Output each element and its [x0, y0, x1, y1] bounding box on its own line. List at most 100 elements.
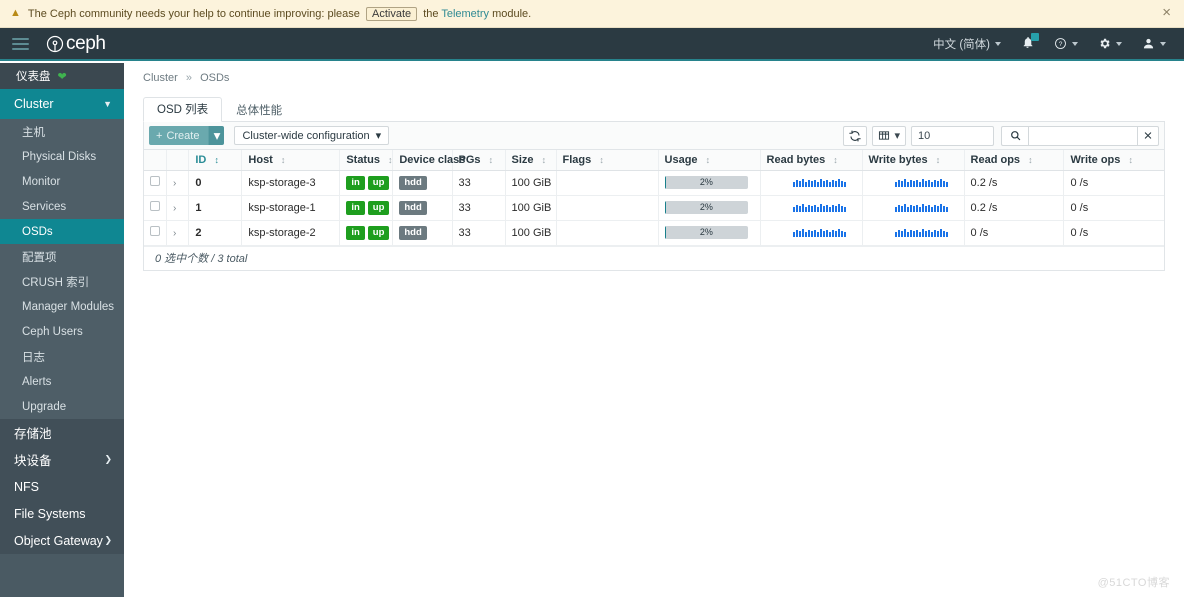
tab-bar: OSD 列表 总体性能 [143, 97, 1165, 122]
row-checkbox-cell[interactable] [144, 220, 167, 246]
table-row[interactable]: › 2 ksp-storage-2 in up hdd 33 100 GiB 2% 0 /s 0 /… [144, 220, 1164, 246]
sidebar-item-label: 配置项 [22, 251, 57, 264]
refresh-icon [849, 129, 862, 142]
cell-read-ops: 0 /s [964, 220, 1065, 246]
th-write-ops[interactable]: Write ops ↕ [1063, 150, 1164, 171]
row-checkbox[interactable] [150, 201, 160, 211]
clear-search-button[interactable] [1137, 125, 1159, 146]
chevron-right-icon[interactable]: › [173, 203, 176, 214]
breadcrumb-parent[interactable]: Cluster [143, 72, 178, 84]
cell-pgs: 33 [452, 220, 506, 246]
cluster-config-label: Cluster-wide configuration [242, 129, 370, 142]
cluster-wide-configuration-button[interactable]: Cluster-wide configuration ▾ [234, 126, 390, 145]
row-expand-cell[interactable]: › [166, 195, 190, 221]
sidebar-item-nfs[interactable]: NFS [0, 473, 124, 500]
sidebar-item-object-gateway[interactable]: Object Gateway ❯ [0, 527, 124, 554]
sidebar-nav: 仪表盘 ❤ Cluster ▼ 主机 Physical Disks Monito… [0, 63, 124, 597]
th-status[interactable]: Status ↕ [339, 150, 394, 171]
settings-menu[interactable] [1088, 27, 1132, 60]
cell-write-ops: 0 /s [1063, 195, 1164, 221]
search-input[interactable] [1028, 125, 1137, 146]
th-read-ops[interactable]: Read ops ↕ [964, 150, 1065, 171]
sort-icon: ↕ [833, 154, 838, 165]
create-dropdown-toggle[interactable]: ▾ [208, 126, 225, 145]
th-flags[interactable]: Flags ↕ [556, 150, 659, 171]
sidebar-item-services[interactable]: Services [0, 194, 124, 219]
language-selector[interactable]: 中文 (简体) [923, 27, 1011, 60]
hamburger-icon[interactable] [12, 35, 29, 53]
sort-icon: ↕ [1128, 154, 1133, 165]
sidebar-dashboard-label: 仪表盘 [16, 71, 51, 83]
chevron-right-icon[interactable]: › [173, 178, 176, 189]
sidebar-item-label: Upgrade [22, 400, 67, 413]
gear-icon [1100, 38, 1110, 49]
th-label: Read bytes [766, 153, 826, 166]
th-id[interactable]: ID ↕ [188, 150, 243, 171]
th-usage[interactable]: Usage ↕ [658, 150, 761, 171]
cell-id: 2 [188, 220, 243, 246]
status-badge: up [367, 225, 390, 240]
sidebar-item-monitor[interactable]: Monitor [0, 169, 124, 194]
th-device-class[interactable]: Device class ↕ [392, 150, 478, 171]
sidebar-item-block[interactable]: 块设备 ❯ [0, 446, 124, 473]
table-row[interactable]: › 1 ksp-storage-1 in up hdd 33 100 GiB 2% 0.2 /s 0… [144, 195, 1164, 221]
close-alert-button[interactable]: × [1159, 5, 1174, 20]
sidebar-item-logs[interactable]: 日志 [0, 344, 124, 369]
sidebar-item-hosts[interactable]: 主机 [0, 119, 124, 144]
sidebar-item-alerts[interactable]: Alerts [0, 369, 124, 394]
ceph-brand[interactable]: ceph [46, 33, 106, 55]
th-select-all[interactable] [144, 150, 167, 171]
sidebar-item-dashboard[interactable]: 仪表盘 ❤ [0, 63, 124, 89]
table-header-row: ID ↕ Host ↕ Status ↕ Device class PGs ↕ … [144, 150, 1164, 171]
th-host[interactable]: Host ↕ [241, 150, 341, 171]
breadcrumb-separator: » [185, 72, 193, 84]
row-checkbox[interactable] [150, 176, 160, 186]
th-write-bytes[interactable]: Write bytes ↕ [862, 150, 965, 171]
sidebar-item-pools[interactable]: 存储池 [0, 419, 124, 446]
chevron-down-icon [1116, 41, 1122, 46]
device-class-badge: hdd [399, 175, 427, 190]
page-size-input[interactable] [911, 125, 994, 146]
cell-read-bytes [760, 195, 863, 221]
sidebar-item-osds[interactable]: OSDs [0, 219, 124, 244]
activate-telemetry-button[interactable]: Activate [365, 6, 418, 21]
sidebar-item-label: Monitor [22, 175, 61, 188]
sidebar-item-upgrade[interactable]: Upgrade [0, 394, 124, 419]
chevron-right-icon[interactable]: › [173, 228, 176, 239]
sidebar-item-crush-map[interactable]: CRUSH 索引 [0, 269, 124, 294]
table-row[interactable]: › 0 ksp-storage-3 in up hdd 33 100 GiB 2% 0.2 /s 0… [144, 170, 1164, 196]
refresh-button[interactable] [843, 125, 868, 146]
alert-text-before: The Ceph community needs your help to co… [27, 7, 360, 20]
sidebar-item-physical-disks[interactable]: Physical Disks [0, 144, 124, 169]
th-read-bytes[interactable]: Read bytes ↕ [760, 150, 863, 171]
sidebar-item-manager-modules[interactable]: Manager Modules [0, 294, 124, 319]
th-label: Size [511, 153, 534, 166]
row-expand-cell[interactable]: › [166, 170, 190, 196]
th-size[interactable]: Size ↕ [505, 150, 557, 171]
help-menu[interactable]: ? [1044, 27, 1088, 60]
sidebar-item-label: NFS [14, 479, 39, 494]
search-group [1001, 125, 1159, 146]
create-osd-button[interactable]: + Create [149, 126, 209, 145]
telemetry-link[interactable]: Telemetry [441, 8, 489, 20]
th-label: Device class [399, 153, 466, 166]
row-expand-cell[interactable]: › [166, 220, 190, 246]
cell-read-bytes [760, 220, 863, 246]
status-badge: in [346, 225, 365, 240]
status-badge: in [346, 175, 365, 190]
tab-osd-list[interactable]: OSD 列表 [143, 97, 223, 122]
row-checkbox[interactable] [150, 226, 160, 236]
tab-overall-performance[interactable]: 总体性能 [222, 98, 296, 122]
sort-icon: ↕ [599, 154, 604, 165]
th-pgs[interactable]: PGs ↕ [452, 150, 506, 171]
sidebar-item-ceph-users[interactable]: Ceph Users [0, 319, 124, 344]
row-checkbox-cell[interactable] [144, 195, 167, 221]
notifications-button[interactable] [1011, 27, 1044, 60]
row-checkbox-cell[interactable] [144, 170, 167, 196]
sidebar-item-file-systems[interactable]: File Systems [0, 500, 124, 527]
sidebar-item-configuration[interactable]: 配置项 [0, 244, 124, 269]
th-label: Host [248, 153, 273, 166]
user-menu[interactable] [1132, 27, 1176, 60]
column-selector-button[interactable]: ▾ [872, 125, 906, 146]
sidebar-group-cluster[interactable]: Cluster ▼ [0, 89, 124, 119]
